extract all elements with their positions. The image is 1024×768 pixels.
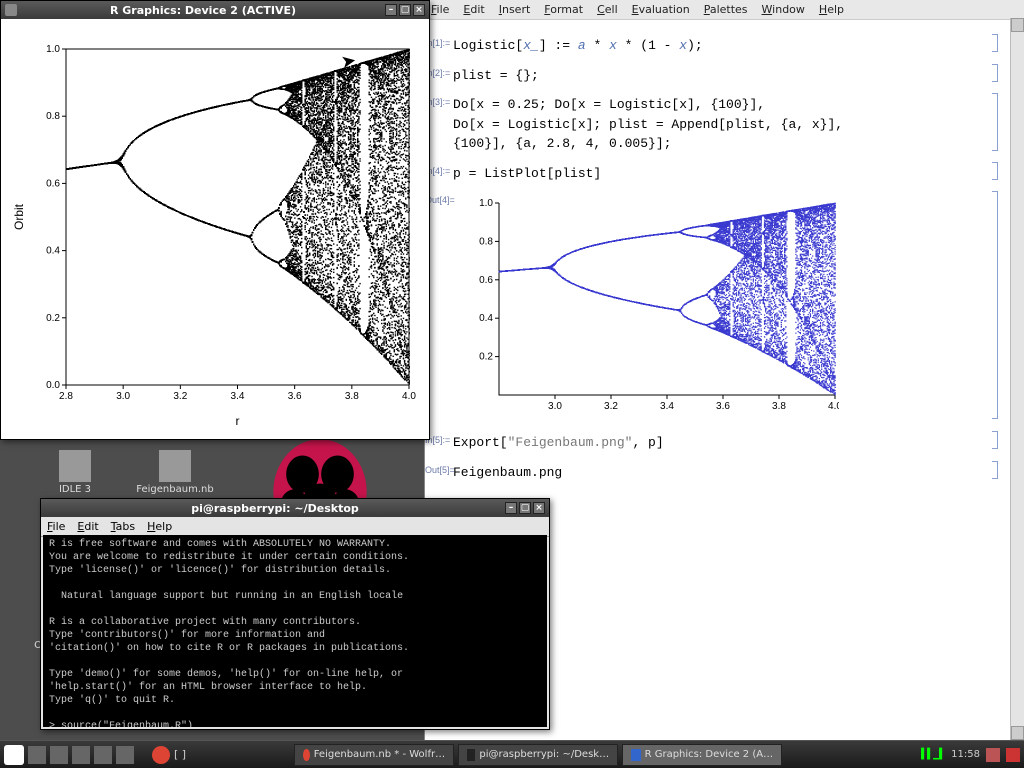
menu-palettes[interactable]: Palettes	[704, 3, 748, 16]
menu-edit[interactable]: Edit	[463, 3, 484, 16]
taskbar-launcher-icon[interactable]	[50, 746, 68, 764]
taskbar-item-terminal[interactable]: pi@raspberrypi: ~/Desk…	[458, 744, 618, 766]
mathematica-launcher-icon[interactable]	[152, 746, 170, 764]
maximize-icon[interactable]: ▢	[399, 4, 411, 16]
r-graphics-window: R Graphics: Device 2 (ACTIVE) – ▢ × 2.83…	[0, 0, 430, 440]
svg-text:0.8: 0.8	[479, 236, 493, 247]
menu-help[interactable]: Help	[147, 520, 172, 533]
terminal-window: pi@raspberrypi: ~/Desktop – ▢ × File Edi…	[40, 498, 550, 730]
desktop-icon-label: IDLE 3	[59, 484, 91, 495]
taskbar-item-label: pi@raspberrypi: ~/Desk…	[479, 749, 609, 760]
taskbar-launcher-icon[interactable]	[94, 746, 112, 764]
minimize-icon[interactable]: –	[505, 502, 517, 514]
svg-text:3.4: 3.4	[660, 401, 674, 412]
window-titlebar[interactable]: R Graphics: Device 2 (ACTIVE) – ▢ ×	[1, 1, 429, 19]
spiky-icon	[303, 749, 310, 761]
taskbar-item-label: Feigenbaum.nb * - Wolfr…	[314, 749, 445, 760]
system-tray: ▌▌▁▌ 11:58	[921, 748, 1020, 762]
svg-text:3.0: 3.0	[548, 401, 562, 412]
svg-text:3.2: 3.2	[604, 401, 618, 412]
start-menu-icon[interactable]	[4, 745, 24, 765]
desktop-icon-feigenbaum[interactable]: Feigenbaum.nb	[130, 450, 220, 495]
taskbar-launcher-icon[interactable]	[28, 746, 46, 764]
taskbar-launcher-icon[interactable]	[116, 746, 134, 764]
window-title: pi@raspberrypi: ~/Desktop	[45, 502, 505, 515]
desktop-icon-label: Feigenbaum.nb	[136, 484, 213, 495]
taskbar-launcher-icon[interactable]	[72, 746, 90, 764]
menu-window[interactable]: Window	[762, 3, 805, 16]
tray-icon[interactable]	[986, 748, 1000, 762]
cell-code: Feigenbaum.png	[453, 465, 562, 480]
svg-text:1.0: 1.0	[479, 198, 493, 209]
mathematica-menubar: File Edit Insert Format Cell Evaluation …	[425, 0, 1024, 20]
menu-evaluation[interactable]: Evaluation	[632, 3, 690, 16]
terminal-icon	[467, 749, 475, 761]
clock: 11:58	[951, 749, 980, 760]
menu-format[interactable]: Format	[544, 3, 583, 16]
scrollbar-vertical[interactable]	[1010, 18, 1024, 740]
svg-text:3.8: 3.8	[772, 401, 786, 412]
taskbar-item-mathematica[interactable]: Feigenbaum.nb * - Wolfr…	[294, 744, 454, 766]
svg-text:0.2: 0.2	[479, 352, 493, 363]
cell-code: Logistic[x_] := a * x * (1 - x);	[453, 38, 703, 53]
cell-code: plist = {};	[453, 68, 539, 83]
terminal-menubar: File Edit Tabs Help	[41, 517, 549, 537]
svg-text:0.6: 0.6	[479, 275, 493, 286]
cpu-graph-icon: ▌▌▁▌	[921, 749, 945, 760]
app-icon	[5, 4, 17, 16]
menu-cell[interactable]: Cell	[597, 3, 618, 16]
cell-code: Export["Feigenbaum.png", p]	[453, 435, 664, 450]
taskbar-bracket: [ ]	[174, 748, 186, 761]
window-titlebar[interactable]: pi@raspberrypi: ~/Desktop – ▢ ×	[41, 499, 549, 517]
menu-file[interactable]: File	[431, 3, 449, 16]
mathematica-listplot: 3.0 3.2 3.4 3.6 3.8 4.0 0.2 0.4 0.6 0.8 1.0	[469, 197, 839, 417]
maximize-icon[interactable]: ▢	[519, 502, 531, 514]
scroll-down-icon[interactable]	[1011, 726, 1024, 740]
menu-help[interactable]: Help	[819, 3, 844, 16]
svg-text:3.6: 3.6	[716, 401, 730, 412]
cell-label: Out[5]=	[425, 465, 455, 475]
taskbar: [ ] Feigenbaum.nb * - Wolfr… pi@raspberr…	[0, 740, 1024, 768]
menu-insert[interactable]: Insert	[499, 3, 531, 16]
desktop-icon-idle3[interactable]: IDLE 3	[30, 450, 120, 495]
taskbar-item-label: R Graphics: Device 2 (A…	[645, 749, 774, 760]
close-icon[interactable]: ×	[413, 4, 425, 16]
menu-file[interactable]: File	[47, 520, 65, 533]
taskbar-item-rgraphics[interactable]: R Graphics: Device 2 (A…	[622, 744, 782, 766]
cell-code: p = ListPlot[plist]	[453, 166, 601, 181]
r-plot-area: 2.83.03.23.43.63.84.00.00.20.40.60.81.0r…	[11, 27, 419, 429]
svg-text:4.0: 4.0	[828, 401, 839, 412]
menu-tabs[interactable]: Tabs	[111, 520, 135, 533]
cell-code: Do[x = 0.25; Do[x = Logistic[x], {100}],…	[453, 95, 1004, 154]
scroll-up-icon[interactable]	[1011, 18, 1024, 32]
terminal-output[interactable]: R is free software and comes with ABSOLU…	[43, 535, 547, 727]
close-icon[interactable]: ×	[533, 502, 545, 514]
menu-edit[interactable]: Edit	[77, 520, 98, 533]
svg-text:0.4: 0.4	[479, 313, 493, 324]
power-icon[interactable]	[1006, 748, 1020, 762]
r-icon	[631, 749, 641, 761]
window-title: R Graphics: Device 2 (ACTIVE)	[21, 4, 385, 17]
minimize-icon[interactable]: –	[385, 4, 397, 16]
